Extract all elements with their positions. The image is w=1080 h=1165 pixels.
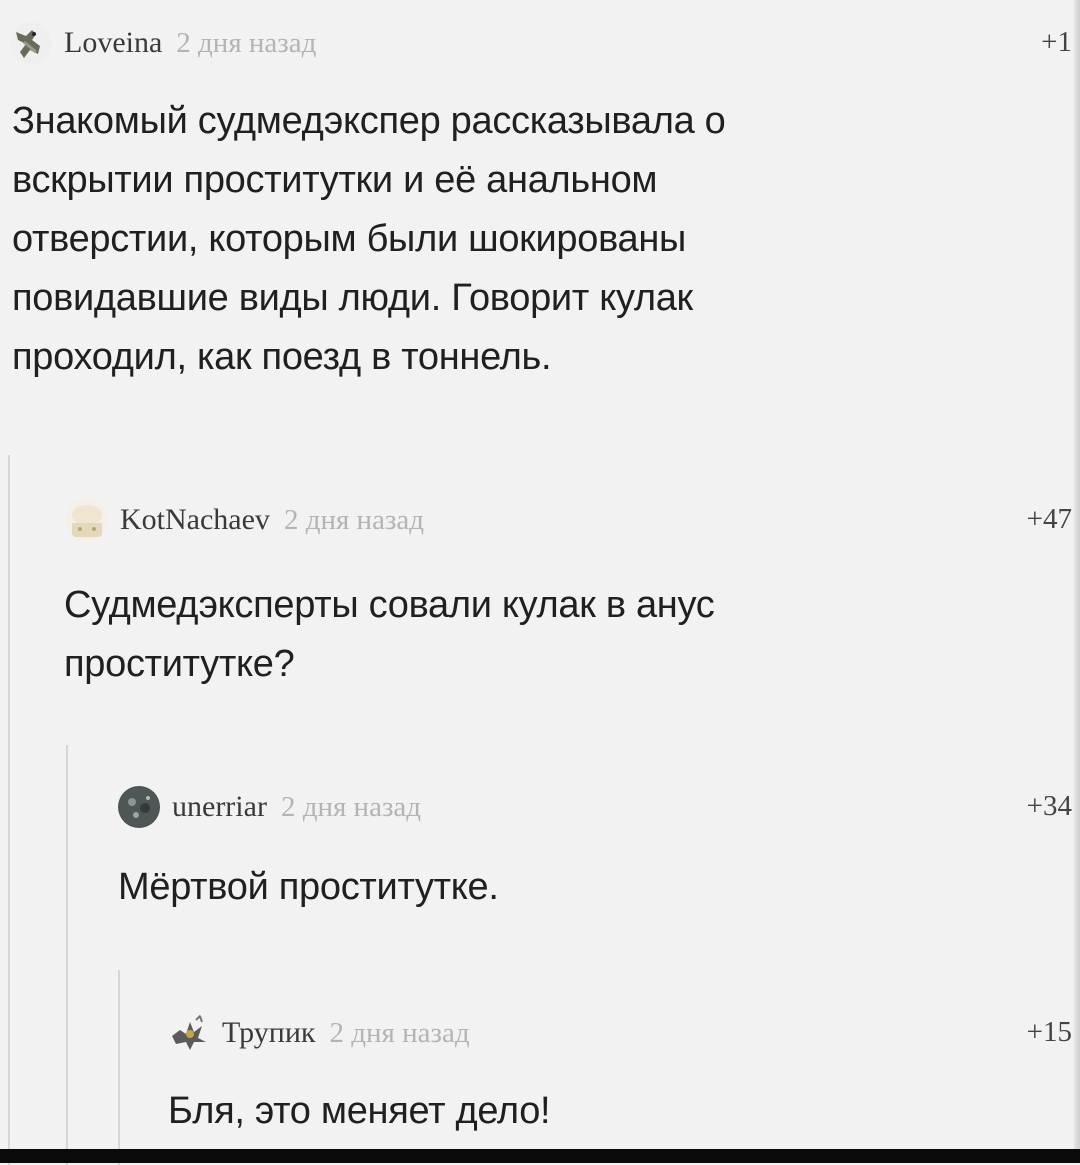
cat-avatar-icon[interactable] — [66, 499, 108, 541]
username[interactable]: Loveina — [64, 26, 162, 60]
username[interactable]: unerriar — [172, 790, 267, 824]
timestamp: 2 дня назад — [329, 1016, 470, 1049]
dark-round-avatar-icon[interactable] — [118, 786, 160, 828]
reply-branch-line — [66, 745, 68, 1165]
comment-text: Знакомый судмедэкспер рассказывала о вск… — [12, 100, 726, 378]
comment-thread: Loveina 2 дня назад +1 Знакомый судмедэк… — [0, 0, 1080, 1165]
page-edge — [1074, 0, 1080, 1150]
comment-header: Трупик 2 дня назад — [168, 1008, 470, 1058]
timestamp: 2 дня назад — [283, 503, 425, 536]
rating: +1 — [1041, 26, 1072, 58]
rating: +15 — [1026, 1016, 1072, 1048]
rating: +34 — [1026, 790, 1072, 822]
timestamp: 2 дня назад — [280, 790, 422, 823]
timestamp: 2 дня назад — [176, 26, 317, 59]
comment-header: KotNachaev 2 дня назад — [66, 495, 424, 545]
comment-text: Судмедэксперты совали кулак в анус прост… — [64, 584, 715, 685]
rating: +47 — [1026, 503, 1072, 535]
creature-avatar-icon[interactable] — [168, 1012, 210, 1054]
username[interactable]: Трупик — [222, 1016, 315, 1050]
comment-text: Мёртвой проститутке. — [118, 866, 499, 908]
reply-branch-line — [118, 970, 120, 1165]
comment-header: Loveina 2 дня назад — [10, 18, 316, 68]
giraffe-avatar-icon[interactable] — [10, 22, 52, 64]
comment-text: Бля, это меняет дело! — [168, 1090, 551, 1132]
username[interactable]: KotNachaev — [120, 503, 270, 537]
comment-header: unerriar 2 дня назад — [118, 782, 421, 832]
bottom-border — [0, 1149, 1080, 1163]
reply-branch-line — [8, 455, 10, 1165]
